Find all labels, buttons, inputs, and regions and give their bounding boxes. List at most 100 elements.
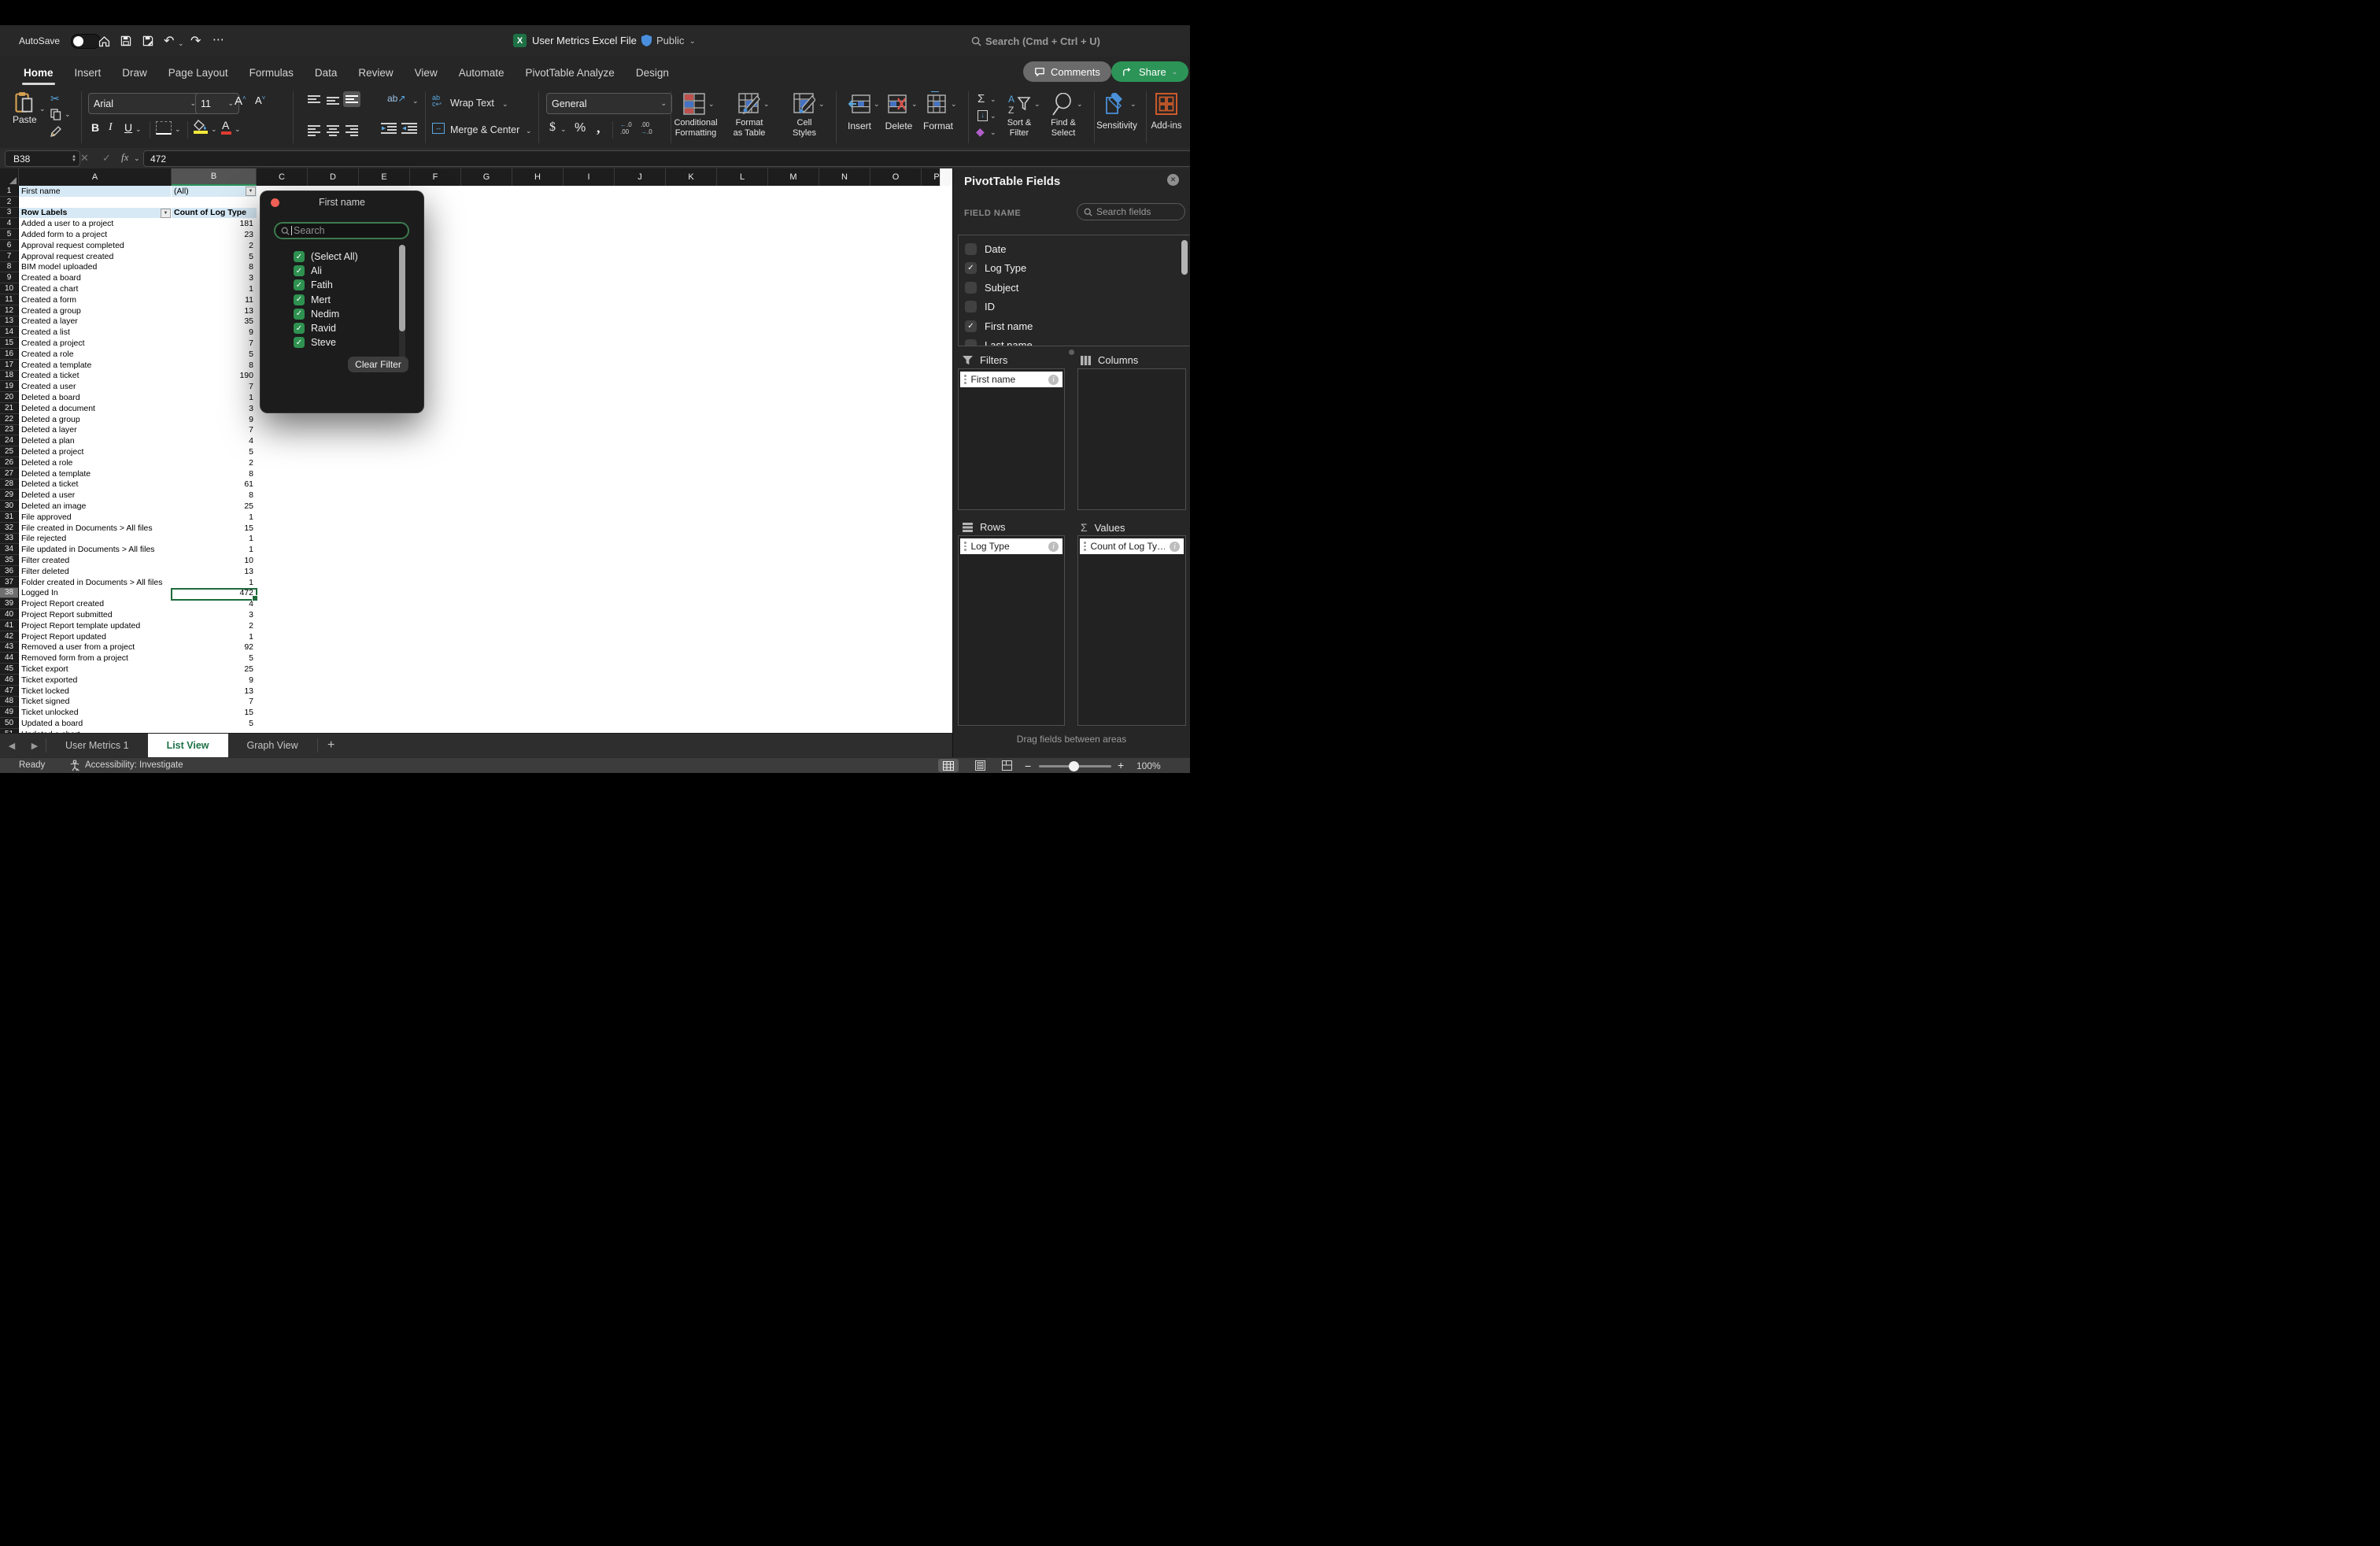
cell-A35[interactable]: Filter created <box>19 555 172 566</box>
column-header-J[interactable]: J <box>615 168 666 186</box>
page-layout-view-icon[interactable] <box>970 759 990 772</box>
wrap-text-chevron-icon[interactable]: ⌄ <box>502 101 508 108</box>
checkbox-icon[interactable]: ✓ <box>965 262 977 274</box>
filter-option--select-all-[interactable]: ✓(Select All) <box>294 250 358 264</box>
cell-A49[interactable]: Ticket unlocked <box>19 707 172 718</box>
cell-B42[interactable]: 1 <box>172 631 257 642</box>
row-header-7[interactable]: 7 <box>0 251 19 262</box>
cell-A38[interactable]: Logged In <box>19 588 172 599</box>
sensitivity-label[interactable]: Sensitivity <box>1092 121 1141 131</box>
font-color-chevron-icon[interactable]: ⌄ <box>235 126 241 133</box>
field-item-id[interactable]: ID <box>965 298 995 316</box>
row-header-19[interactable]: 19 <box>0 381 19 392</box>
selected-cell-b38[interactable] <box>171 588 257 601</box>
add-sheet-button[interactable]: + <box>318 734 345 757</box>
cell-A20[interactable]: Deleted a board <box>19 392 172 403</box>
ribbon-tab-pivottable-analyze[interactable]: PivotTable Analyze <box>524 57 616 88</box>
privacy-label[interactable]: Public <box>656 35 684 46</box>
cell-A14[interactable]: Created a list <box>19 327 172 338</box>
conditional-formatting-chevron-icon[interactable]: ⌄ <box>708 101 715 108</box>
column-header-O[interactable]: O <box>870 168 922 186</box>
checkbox-icon[interactable]: ✓ <box>294 309 305 320</box>
cell-A21[interactable]: Deleted a document <box>19 403 172 414</box>
find-select-chevron-icon[interactable]: ⌄ <box>1077 101 1083 108</box>
filter-option-ali[interactable]: ✓Ali <box>294 264 322 278</box>
find-select-icon[interactable] <box>1051 93 1074 117</box>
checkbox-icon[interactable]: ✓ <box>294 251 305 262</box>
format-as-table-icon[interactable] <box>738 93 760 115</box>
fill-color-chevron-icon[interactable]: ⌄ <box>211 126 217 133</box>
popup-scroll-thumb[interactable] <box>399 245 405 331</box>
cell-A2[interactable] <box>19 197 172 208</box>
cell-A9[interactable]: Created a board <box>19 272 172 283</box>
row-header-4[interactable]: 4 <box>0 218 19 229</box>
align-bottom-icon[interactable] <box>343 91 360 107</box>
row-header-18[interactable]: 18 <box>0 371 19 382</box>
delete-cells-label[interactable]: Delete <box>878 121 919 131</box>
currency-chevron-icon[interactable]: ⌄ <box>560 126 567 133</box>
cell-A15[interactable]: Created a project <box>19 338 172 349</box>
zoom-slider-thumb[interactable] <box>1069 761 1079 771</box>
row-header-34[interactable]: 34 <box>0 544 19 555</box>
row-header-43[interactable]: 43 <box>0 642 19 653</box>
filter-option-nedim[interactable]: ✓Nedim <box>294 307 339 321</box>
cell-B2[interactable] <box>172 197 257 208</box>
undo-icon[interactable]: ↶ <box>164 35 174 48</box>
wrap-text-icon[interactable]: abc↩ <box>432 94 442 107</box>
cell-A17[interactable]: Created a template <box>19 360 172 371</box>
merge-center-chevron-icon[interactable]: ⌄ <box>526 128 532 135</box>
cell-styles-icon[interactable] <box>793 93 815 115</box>
cell-B33[interactable]: 1 <box>172 534 257 545</box>
ribbon-tab-home[interactable]: Home <box>22 57 55 88</box>
addins-icon[interactable] <box>1155 93 1177 115</box>
cell-A39[interactable]: Project Report created <box>19 598 172 609</box>
row-header-26[interactable]: 26 <box>0 457 19 468</box>
checkbox-icon[interactable]: ✓ <box>294 279 305 290</box>
sensitivity-icon[interactable] <box>1105 93 1127 115</box>
cell-A13[interactable]: Created a layer <box>19 316 172 327</box>
format-as-table-label[interactable]: Formatas Table <box>721 118 778 139</box>
paste-button[interactable]: Paste <box>13 91 36 125</box>
number-format-select[interactable]: General⌄ <box>546 93 672 114</box>
values-field-pill[interactable]: Count of Log Ty… i <box>1080 538 1184 554</box>
column-header-M[interactable]: M <box>768 168 819 186</box>
cell-A12[interactable]: Created a group <box>19 305 172 316</box>
percent-icon[interactable]: % <box>575 121 586 135</box>
cell-A16[interactable]: Created a role <box>19 349 172 360</box>
cell-A45[interactable]: Ticket export <box>19 664 172 675</box>
normal-view-icon[interactable] <box>938 759 959 772</box>
row-header-11[interactable]: 11 <box>0 294 19 305</box>
cell-B20[interactable]: 1 <box>172 392 257 403</box>
cell-A19[interactable]: Created a user <box>19 381 172 392</box>
row-header-41[interactable]: 41 <box>0 620 19 631</box>
row-header-1[interactable]: 1 <box>0 186 19 197</box>
paste-chevron-icon[interactable]: ⌄ <box>39 105 46 113</box>
format-as-table-chevron-icon[interactable]: ⌄ <box>763 101 770 108</box>
comma-icon[interactable]: , <box>597 120 601 136</box>
bold-button[interactable]: B <box>91 121 99 134</box>
ribbon-tab-design[interactable]: Design <box>634 57 671 88</box>
comments-button[interactable]: Comments <box>1023 61 1111 82</box>
row-header-27[interactable]: 27 <box>0 468 19 479</box>
search-input[interactable]: Search (Cmd + Ctrl + U) <box>985 35 1100 47</box>
row-header-46[interactable]: 46 <box>0 675 19 686</box>
cell-B3[interactable]: Count of Log Type <box>172 208 257 219</box>
cell-B46[interactable]: 9 <box>172 675 257 686</box>
cell-A4[interactable]: Added a user to a project <box>19 218 172 229</box>
row-header-17[interactable]: 17 <box>0 360 19 371</box>
filters-field-pill[interactable]: First name i <box>960 372 1062 387</box>
cell-A37[interactable]: Folder created in Documents > All files <box>19 577 172 588</box>
row-header-24[interactable]: 24 <box>0 435 19 446</box>
cell-B22[interactable]: 9 <box>172 414 257 425</box>
column-header-E[interactable]: E <box>359 168 410 186</box>
cell-B32[interactable]: 15 <box>172 523 257 534</box>
cell-B29[interactable]: 8 <box>172 490 257 501</box>
field-list-scrollbar[interactable] <box>1181 240 1188 275</box>
fill-down-icon[interactable]: ↓ <box>978 110 988 121</box>
select-all-corner[interactable] <box>0 168 19 186</box>
privacy-chevron-icon[interactable]: ⌄ <box>689 38 696 45</box>
cell-A10[interactable]: Created a chart <box>19 283 172 294</box>
cell-B1[interactable]: (All) <box>172 186 257 197</box>
row-header-16[interactable]: 16 <box>0 349 19 360</box>
values-drop-zone[interactable]: Count of Log Ty… i <box>1077 535 1186 726</box>
